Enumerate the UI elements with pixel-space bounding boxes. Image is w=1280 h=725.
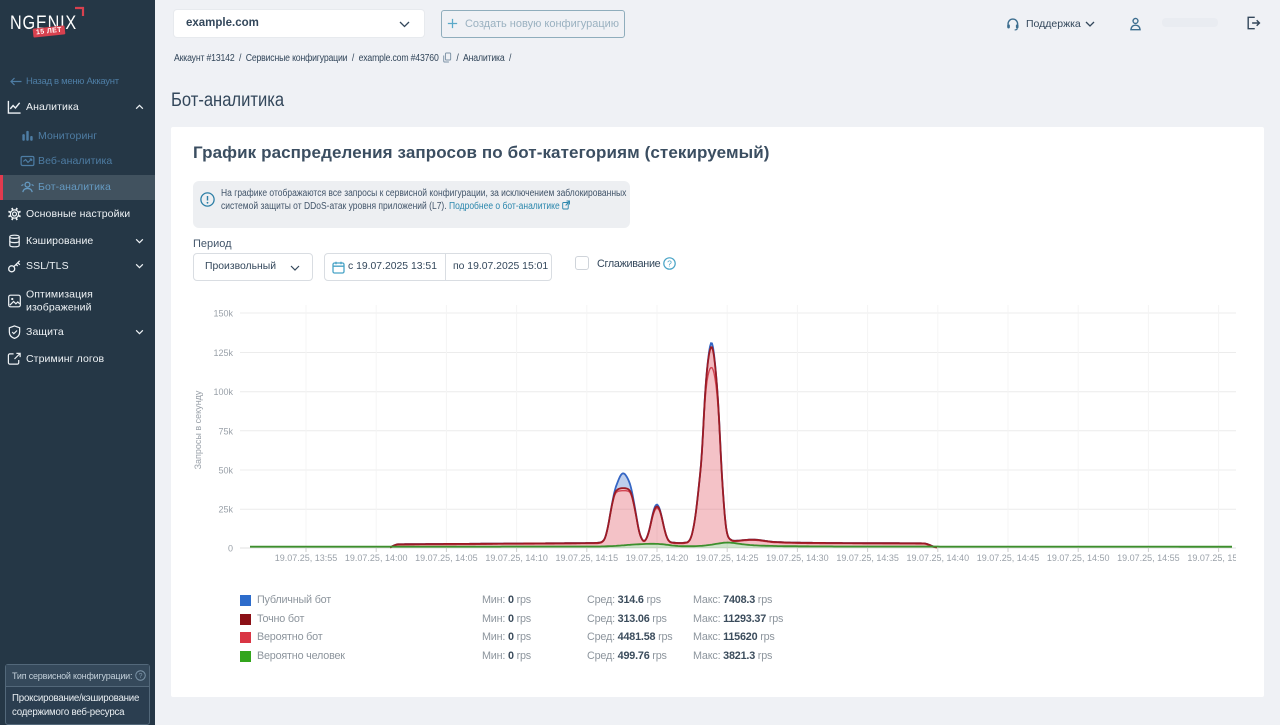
svg-text:50k: 50k xyxy=(218,466,233,476)
svg-text:150k: 150k xyxy=(213,309,233,319)
svg-text:19.07.25, 13:55: 19.07.25, 13:55 xyxy=(275,553,338,563)
svg-text:?: ? xyxy=(138,673,142,680)
svg-text:Запросы в секунду: Запросы в секунду xyxy=(193,390,203,469)
svg-text:19.07.25, 14:05: 19.07.25, 14:05 xyxy=(415,553,478,563)
svg-text:19.07.25, 14:30: 19.07.25, 14:30 xyxy=(766,553,829,563)
svg-text:19.07.25, 14:40: 19.07.25, 14:40 xyxy=(907,553,970,563)
svg-text:19.07.25, 14:45: 19.07.25, 14:45 xyxy=(977,553,1040,563)
svg-text:19.07.25, 15:00: 19.07.25, 15:00 xyxy=(1187,553,1250,563)
svg-text:19.07.25, 14:55: 19.07.25, 14:55 xyxy=(1117,553,1180,563)
svg-text:75k: 75k xyxy=(218,426,233,436)
svg-text:19.07.25, 14:10: 19.07.25, 14:10 xyxy=(485,553,548,563)
svg-text:19.07.25, 14:25: 19.07.25, 14:25 xyxy=(696,553,759,563)
svg-text:19.07.25, 14:15: 19.07.25, 14:15 xyxy=(556,553,619,563)
svg-text:25k: 25k xyxy=(218,505,233,515)
svg-text:19.07.25, 14:00: 19.07.25, 14:00 xyxy=(345,553,408,563)
svg-text:?: ? xyxy=(667,258,672,268)
svg-text:100k: 100k xyxy=(213,387,233,397)
svg-text:125k: 125k xyxy=(213,348,233,358)
svg-text:19.07.25, 14:35: 19.07.25, 14:35 xyxy=(836,553,899,563)
svg-text:0: 0 xyxy=(228,544,233,554)
svg-text:19.07.25, 14:50: 19.07.25, 14:50 xyxy=(1047,553,1110,563)
svg-text:19.07.25, 14:20: 19.07.25, 14:20 xyxy=(626,553,689,563)
